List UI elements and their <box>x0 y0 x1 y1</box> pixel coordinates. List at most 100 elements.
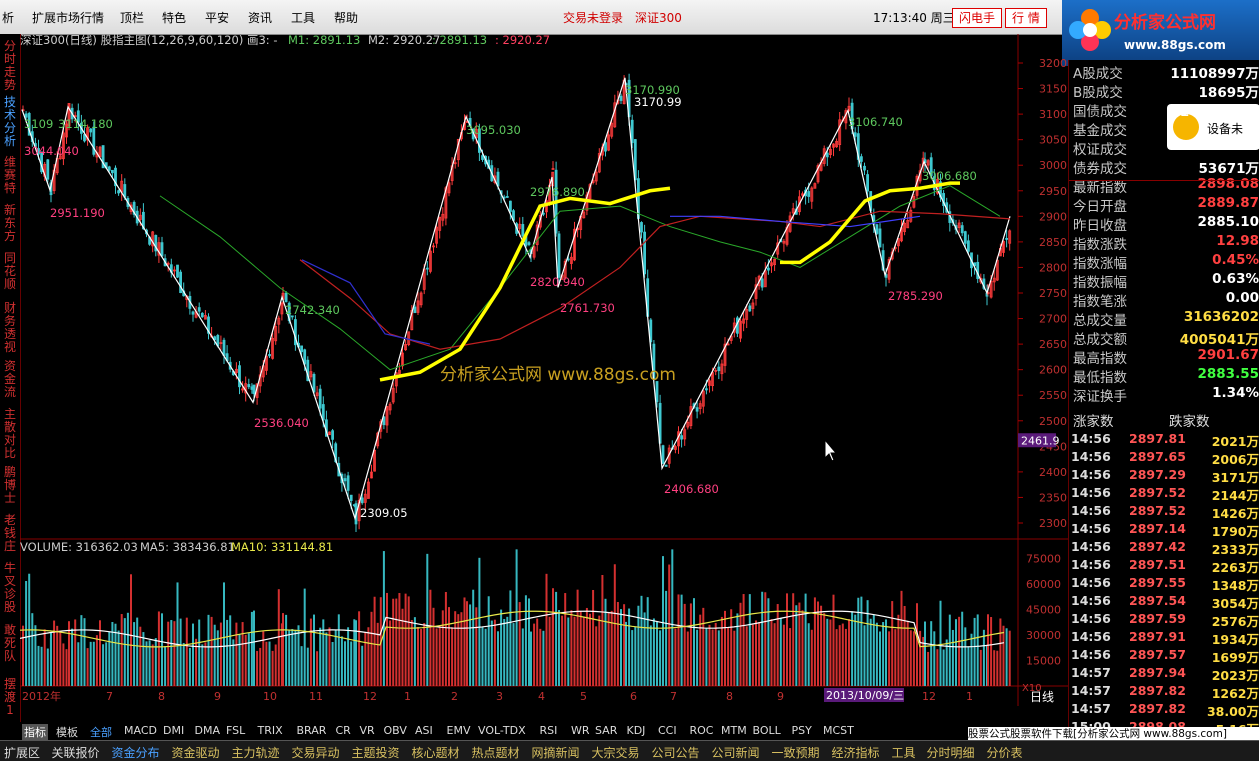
menu-help[interactable]: 帮助 <box>334 9 358 26</box>
quote-label: 债券成交 <box>1073 157 1127 177</box>
volume-bar <box>245 635 247 686</box>
bottom-tab-14[interactable]: 一致预期 <box>772 744 820 761</box>
indicator-tab-cr[interactable]: CR <box>336 724 351 737</box>
volume-bar <box>595 626 597 686</box>
left-tab-3[interactable]: 维赛特 <box>2 156 18 195</box>
volume-bar <box>204 642 206 686</box>
volume-bar <box>987 614 989 686</box>
volume-bar <box>561 616 563 686</box>
kline-chart[interactable]: 3200315031003050300029502900285028002750… <box>20 34 1068 706</box>
left-tab-13[interactable]: 摆渡1 <box>2 678 18 717</box>
left-tab-11[interactable]: 牛叉诊股 <box>2 562 18 614</box>
volume-bar <box>839 625 841 686</box>
quote-value: 53671万 <box>1199 157 1259 177</box>
bottom-tab-5[interactable]: 主力轨迹 <box>232 744 280 761</box>
left-tab-4[interactable]: 新东方 <box>2 204 18 243</box>
bottom-tab-13[interactable]: 公司新闻 <box>712 744 760 761</box>
indicator-tab-emv[interactable]: EMV <box>447 724 471 737</box>
ma-blue-line <box>302 260 430 344</box>
menu-extended-market[interactable]: 扩展市场行情 <box>32 9 104 26</box>
left-tab-12[interactable]: 敢死队 <box>2 624 18 663</box>
menu-tools[interactable]: 工具 <box>291 9 315 26</box>
site-logo: 分析家公式网 www.88gs.com <box>1062 0 1259 66</box>
indicator-tab-roc[interactable]: ROC <box>690 724 714 737</box>
period-label[interactable]: 日线 <box>1030 690 1054 704</box>
volume-bar <box>44 629 46 686</box>
bottom-tab-7[interactable]: 主题投资 <box>352 744 400 761</box>
left-tab-8[interactable]: 主散对比 <box>2 408 18 460</box>
left-tab-7[interactable]: 资金流 <box>2 360 18 399</box>
left-tab-2[interactable]: 技术分析 <box>2 96 18 148</box>
menu-top-bar[interactable]: 顶栏 <box>120 9 144 26</box>
candle-body <box>201 313 203 317</box>
menu-info[interactable]: 资讯 <box>248 9 272 26</box>
indicator-tab-fsl[interactable]: FSL <box>226 724 245 737</box>
bottom-tab-8[interactable]: 核心题材 <box>412 744 460 761</box>
menu-analysis[interactable]: 析 <box>2 9 14 26</box>
volume-bar <box>823 613 825 686</box>
indicator-tab-dmi[interactable]: DMI <box>163 724 184 737</box>
bottom-tab-16[interactable]: 工具 <box>892 744 916 761</box>
left-tab-10[interactable]: 老钱庄 <box>2 514 18 553</box>
indicator-tab-trix[interactable]: TRIX <box>258 724 283 737</box>
volume-bar <box>291 629 293 686</box>
bottom-tab-3[interactable]: 资金分布 <box>112 744 160 761</box>
indicator-tab-asi[interactable]: ASI <box>415 724 433 737</box>
bottom-tab-11[interactable]: 大宗交易 <box>592 744 640 761</box>
volume-bar <box>845 629 847 686</box>
bottom-tab-12[interactable]: 公司公告 <box>652 744 700 761</box>
candle-body <box>118 191 120 193</box>
left-tab-6[interactable]: 财务透视 <box>2 302 18 354</box>
indicator-tab-vr[interactable]: VR <box>360 724 375 737</box>
indicator-tab-macd[interactable]: MACD <box>124 724 157 737</box>
left-tab-1[interactable]: 分时走势 <box>2 40 18 92</box>
indicator-tab-全部[interactable]: 全部 <box>90 724 112 740</box>
indicator-tab-kdj[interactable]: KDJ <box>627 724 646 737</box>
bottom-tab-15[interactable]: 经济指标 <box>832 744 880 761</box>
indicator-tab-obv[interactable]: OBV <box>384 724 407 737</box>
bottom-tab-2[interactable]: 关联报价 <box>52 744 100 761</box>
candle-body <box>322 404 324 419</box>
indicator-tab-sar[interactable]: SAR <box>595 724 617 737</box>
left-tab-5[interactable]: 同花顺 <box>2 252 18 291</box>
indicator-tab-vol-tdx[interactable]: VOL-TDX <box>478 724 526 737</box>
indicator-tab-dma[interactable]: DMA <box>195 724 221 737</box>
flash-trade-button[interactable]: 闪电手 <box>952 8 1002 28</box>
volume-bar <box>478 558 480 686</box>
download-banner[interactable]: 股票公式股票软件下载[分析家公式网 www.88gs.com] <box>968 727 1259 741</box>
volume-bar <box>634 627 636 686</box>
indicator-tab-rsi[interactable]: RSI <box>540 724 558 737</box>
volume-bar <box>980 650 982 686</box>
trade-time: 14:56 <box>1071 557 1111 572</box>
bottom-tab-10[interactable]: 网摘新闻 <box>532 744 580 761</box>
indicator-tab-wr[interactable]: WR <box>571 724 590 737</box>
logo-url: www.88gs.com <box>1124 38 1226 52</box>
menu-pingan[interactable]: 平安 <box>205 9 229 26</box>
volume-bar <box>525 595 527 686</box>
indicator-tab-mtm[interactable]: MTM <box>721 724 747 737</box>
trade-login-status[interactable]: 交易未登录 <box>563 9 623 26</box>
bottom-tab-17[interactable]: 分时明细 <box>927 744 975 761</box>
volume-bar <box>47 649 49 686</box>
indicator-tab-boll[interactable]: BOLL <box>753 724 781 737</box>
menu-special[interactable]: 特色 <box>162 9 186 26</box>
indicator-tab-psy[interactable]: PSY <box>792 724 812 737</box>
bottom-tab-18[interactable]: 分价表 <box>987 744 1023 761</box>
indicator-tab-brar[interactable]: BRAR <box>297 724 327 737</box>
indicator-tab-指标[interactable]: 指标 <box>22 724 48 740</box>
clock: 17:13:40 周三 <box>873 9 955 26</box>
volume-bar <box>248 633 250 686</box>
indicator-tab-mcst[interactable]: MCST <box>823 724 854 737</box>
bottom-tab-9[interactable]: 热点题材 <box>472 744 520 761</box>
volume-bar <box>56 626 58 686</box>
bottom-tab-6[interactable]: 交易异动 <box>292 744 340 761</box>
volume-bar <box>208 615 210 686</box>
trade-time: 14:57 <box>1071 683 1111 698</box>
bottom-tab-1[interactable]: 扩展区 <box>4 744 40 761</box>
date-tick-label: 8 <box>726 690 733 703</box>
indicator-tab-模板[interactable]: 模板 <box>56 724 78 740</box>
quote-button[interactable]: 行 情 <box>1005 8 1047 28</box>
indicator-tab-cci[interactable]: CCI <box>658 724 677 737</box>
bottom-tab-4[interactable]: 资金驱动 <box>172 744 220 761</box>
left-tab-9[interactable]: 鹏博士 <box>2 466 18 505</box>
